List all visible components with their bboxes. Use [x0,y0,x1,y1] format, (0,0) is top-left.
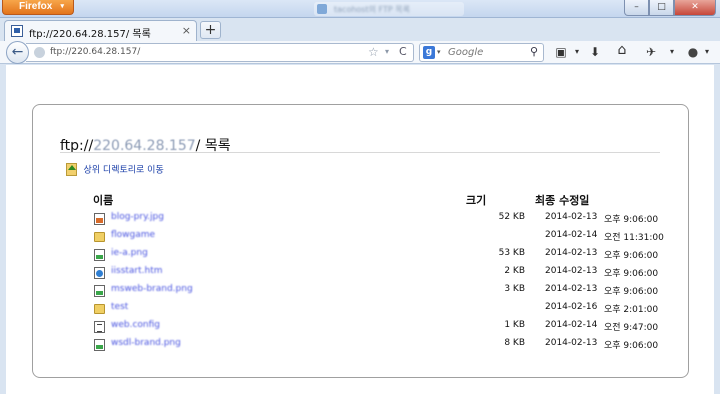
navigation-toolbar: ftp://220.64.28.157/ ☆ ▾ C ← g ▾ Google … [0,41,720,64]
reload-icon[interactable]: C [399,45,407,58]
addon-icon[interactable]: ✈ [642,44,660,60]
bookmark-star-icon[interactable]: ☆ [368,45,379,59]
file-time: 오후 9:06:00 [604,341,659,351]
text-file-icon [94,321,105,333]
list-item: test 2014-02-16 오후 2:01:00 [91,300,658,318]
file-list: blog-pry.jpg 52 KB 2014-02-13 오후 9:06:00… [91,210,664,354]
background-window-tab[interactable]: tacohost의 FTP 목록 [314,2,464,16]
folder-link[interactable]: test [111,302,128,312]
menu-dropdown-icon[interactable]: ▾ [698,44,716,60]
new-tab-button[interactable]: + [200,21,221,39]
url-bar[interactable]: ftp://220.64.28.157/ ☆ ▾ C [26,43,414,62]
google-icon[interactable]: g [423,46,435,59]
image-file-icon [94,339,105,351]
list-item: msweb-brand.png 3 KB 2014-02-13 오후 9:06:… [91,282,658,300]
file-link[interactable]: wsdl-brand.png [111,338,181,348]
file-size: 3 KB [504,284,525,294]
file-time: 오후 9:06:00 [604,269,659,279]
file-link[interactable]: msweb-brand.png [111,284,193,294]
close-window-button[interactable]: ✕ [674,0,716,16]
file-size: 52 KB [498,212,525,222]
file-time: 오후 9:06:00 [604,287,659,297]
tab-strip: ftp://220.64.28.157/ 목록 × + [0,18,720,42]
window-controls: – □ ✕ [624,0,716,16]
back-arrow-icon: ← [11,44,24,60]
file-date: 2014-02-13 [545,284,598,294]
list-item: iisstart.htm 2 KB 2014-02-13 오후 9:06:00 [91,264,658,282]
list-item: wsdl-brand.png 8 KB 2014-02-13 오후 9:06:0… [91,336,658,354]
search-bar[interactable]: g ▾ Google ⚲ [419,43,544,62]
firefox-menu-button[interactable]: Firefox ▾ [2,0,74,15]
file-size: 8 KB [504,338,525,348]
url-history-dropdown-icon[interactable]: ▾ [385,47,389,56]
file-date: 2014-02-13 [545,266,598,276]
file-size: 53 KB [498,248,525,258]
back-button[interactable]: ← [6,41,29,64]
list-item: blog-pry.jpg 52 KB 2014-02-13 오후 9:06:00 [91,210,658,228]
screenshot-dropdown-icon[interactable]: ▾ [568,44,586,60]
file-date: 2014-02-13 [545,338,598,348]
folder-link[interactable]: flowgame [111,230,155,240]
file-time: 오전 11:31:00 [604,233,664,243]
minimize-button[interactable]: – [624,0,649,16]
file-size: 1 KB [504,320,525,330]
up-folder-icon [66,162,77,176]
search-placeholder[interactable]: Google [448,47,483,58]
column-header-modified: 최종 수정일 [535,194,590,207]
folder-icon [94,232,105,242]
file-date: 2014-02-13 [545,248,598,258]
tab-ftp-listing[interactable]: ftp://220.64.28.157/ 목록 × [4,20,197,42]
column-header-size: 크기 [466,194,487,207]
image-file-icon [94,213,105,225]
file-date: 2014-02-13 [545,212,598,222]
url-text[interactable]: ftp://220.64.28.157/ [50,47,140,57]
search-engine-dropdown-icon[interactable]: ▾ [437,48,441,56]
file-link[interactable]: web.config [111,320,160,330]
search-icon[interactable]: ⚲ [530,45,538,58]
close-tab-icon[interactable]: × [182,24,191,37]
title-divider [60,152,660,153]
maximize-button[interactable]: □ [649,0,674,16]
file-time: 오후 2:01:00 [604,305,659,315]
file-size: 2 KB [504,266,525,276]
file-time: 오전 9:47:00 [604,323,659,333]
window-frame-edge [714,65,720,394]
list-item: web.config 1 KB 2014-02-14 오전 9:47:00 [91,318,658,336]
file-link[interactable]: blog-pry.jpg [111,212,164,222]
image-file-icon [94,285,105,297]
addon-dropdown-icon[interactable]: ▾ [663,44,681,60]
html-file-icon [94,267,105,279]
window-icon [317,4,327,14]
file-date: 2014-02-14 [545,230,598,240]
ftp-listing-panel: ftp://220.64.28.157/ 목록 상위 디렉토리로 이동 이름 크… [32,104,689,378]
downloads-icon[interactable]: ⬇ [586,44,604,60]
tab-label: ftp://220.64.28.157/ 목록 [29,29,151,40]
folder-icon [94,304,105,314]
file-date: 2014-02-16 [545,302,598,312]
firefox-menu-label: Firefox [19,1,53,12]
file-time: 오후 9:06:00 [604,251,659,261]
home-icon[interactable]: ⌂ [613,42,631,58]
image-file-icon [94,249,105,261]
file-time: 오후 9:06:00 [604,215,659,225]
file-link[interactable]: ie-a.png [111,248,148,258]
parent-directory-label[interactable]: 상위 디렉토리로 이동 [84,166,164,176]
file-link[interactable]: iisstart.htm [111,266,163,276]
list-item: ie-a.png 53 KB 2014-02-13 오후 9:06:00 [91,246,658,264]
globe-icon [34,47,45,58]
chevron-down-icon: ▾ [60,3,64,10]
window-titlebar: Firefox ▾ tacohost의 FTP 목록 – □ ✕ [0,0,720,18]
file-date: 2014-02-14 [545,320,598,330]
page-content: ftp://220.64.28.157/ 목록 상위 디렉토리로 이동 이름 크… [6,65,714,394]
background-window-title: tacohost의 FTP 목록 [334,5,410,14]
parent-directory-link[interactable]: 상위 디렉토리로 이동 [66,162,164,176]
list-item: flowgame 2014-02-14 오전 11:31:00 [91,228,664,246]
page-icon [11,25,23,37]
column-header-name: 이름 [93,194,114,207]
